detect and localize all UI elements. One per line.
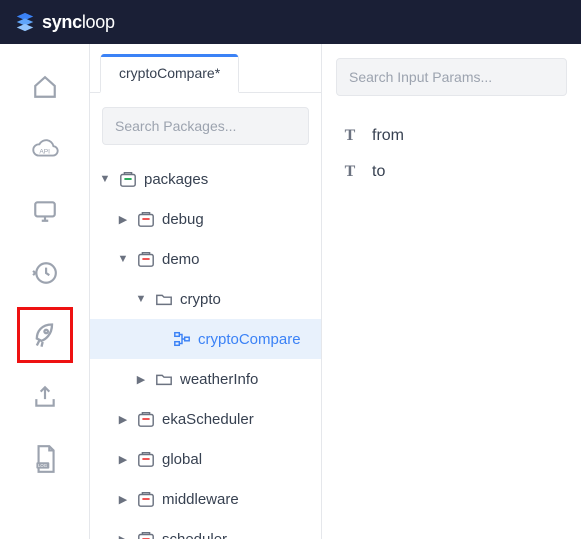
tree-label: middleware bbox=[162, 491, 313, 508]
package-icon bbox=[118, 169, 138, 189]
logo: syncloop bbox=[14, 11, 115, 33]
tree-item-middleware[interactable]: ▶ middleware bbox=[90, 479, 321, 519]
tree-item-demo[interactable]: ▼ demo bbox=[90, 239, 321, 279]
monitor-icon[interactable] bbox=[30, 196, 60, 226]
tab-row: cryptoCompare* bbox=[90, 44, 321, 93]
search-packages-input[interactable] bbox=[102, 107, 309, 145]
tree-label: ekaScheduler bbox=[162, 411, 313, 428]
package-icon bbox=[136, 209, 156, 229]
text-type-icon: T bbox=[340, 162, 360, 182]
param-name: to bbox=[372, 163, 385, 181]
tree-label: demo bbox=[162, 251, 313, 268]
search-params-input[interactable] bbox=[336, 58, 567, 96]
svg-text:LOG: LOG bbox=[38, 463, 47, 468]
log-file-icon[interactable]: LOG bbox=[30, 444, 60, 474]
chevron-down-icon: ▼ bbox=[98, 173, 112, 185]
home-icon[interactable] bbox=[30, 72, 60, 102]
tree-root-packages[interactable]: ▼ packages bbox=[90, 159, 321, 199]
api-cloud-icon[interactable]: API bbox=[30, 134, 60, 164]
param-row-from[interactable]: T from bbox=[336, 118, 567, 154]
logo-text: syncloop bbox=[42, 12, 115, 33]
param-name: from bbox=[372, 127, 404, 145]
chevron-right-icon: ▶ bbox=[116, 533, 130, 539]
svg-text:API: API bbox=[39, 149, 50, 156]
tree-label: scheduler bbox=[162, 531, 313, 539]
package-tree: ▼ packages ▶ debug ▼ demo ▼ crypto bbox=[90, 153, 321, 539]
chevron-right-icon: ▶ bbox=[116, 413, 130, 426]
package-icon bbox=[136, 489, 156, 509]
tree-item-debug[interactable]: ▶ debug bbox=[90, 199, 321, 239]
params-panel: T from T to bbox=[322, 44, 581, 539]
chevron-right-icon: ▶ bbox=[116, 453, 130, 466]
tree-label: global bbox=[162, 451, 313, 468]
folder-icon bbox=[154, 369, 174, 389]
tree-item-scheduler[interactable]: ▶ scheduler bbox=[90, 519, 321, 539]
logo-mark-icon bbox=[14, 11, 36, 33]
tree-item-ekascheduler[interactable]: ▶ ekaScheduler bbox=[90, 399, 321, 439]
upload-icon[interactable] bbox=[30, 382, 60, 412]
package-icon bbox=[136, 449, 156, 469]
sidebar-iconbar: API LOG bbox=[0, 44, 90, 539]
chevron-right-icon: ▶ bbox=[116, 493, 130, 506]
param-row-to[interactable]: T to bbox=[336, 154, 567, 190]
tree-item-global[interactable]: ▶ global bbox=[90, 439, 321, 479]
tree-item-crypto[interactable]: ▼ crypto bbox=[90, 279, 321, 319]
package-icon bbox=[136, 249, 156, 269]
tree-item-cryptocompare[interactable]: cryptoCompare bbox=[90, 319, 321, 359]
chevron-right-icon: ▶ bbox=[116, 213, 130, 226]
chevron-down-icon: ▼ bbox=[134, 293, 148, 305]
tree-item-weatherinfo[interactable]: ▶ weatherInfo bbox=[90, 359, 321, 399]
package-icon bbox=[136, 529, 156, 539]
tree-label: packages bbox=[144, 171, 313, 188]
tab-cryptocompare[interactable]: cryptoCompare* bbox=[100, 54, 239, 93]
package-icon bbox=[136, 409, 156, 429]
history-icon[interactable] bbox=[30, 258, 60, 288]
flow-icon bbox=[172, 329, 192, 349]
text-type-icon: T bbox=[340, 126, 360, 146]
package-explorer: cryptoCompare* ▼ packages ▶ debug ▼ demo bbox=[90, 44, 322, 539]
topbar: syncloop bbox=[0, 0, 581, 44]
rocket-icon[interactable] bbox=[30, 320, 60, 350]
folder-icon bbox=[154, 289, 174, 309]
chevron-down-icon: ▼ bbox=[116, 253, 130, 265]
tree-label: weatherInfo bbox=[180, 371, 313, 388]
tree-label: cryptoCompare bbox=[198, 331, 313, 348]
tree-label: crypto bbox=[180, 291, 313, 308]
chevron-right-icon: ▶ bbox=[134, 373, 148, 386]
tree-label: debug bbox=[162, 211, 313, 228]
